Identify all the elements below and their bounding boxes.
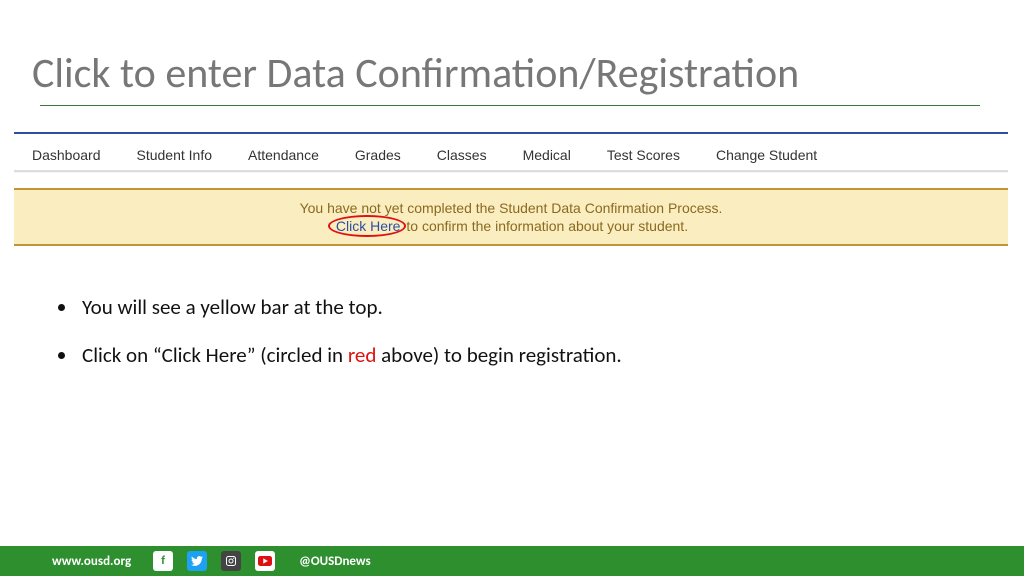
bullet-2-red-word: red	[348, 342, 377, 368]
bullet-2: Click on “Click Here” (circled in red ab…	[78, 342, 622, 368]
nav-attendance[interactable]: Attendance	[230, 147, 337, 163]
nav-change-student[interactable]: Change Student	[698, 147, 835, 163]
portal-nav: Dashboard Student Info Attendance Grades…	[14, 140, 1008, 170]
bullet-2-part-b: above) to begin registration.	[376, 342, 621, 368]
facebook-icon: f	[153, 551, 173, 571]
nav-student-info[interactable]: Student Info	[119, 147, 231, 163]
title-underline	[40, 105, 980, 106]
instruction-list: You will see a yellow bar at the top. Cl…	[56, 294, 622, 390]
bullet-1: You will see a yellow bar at the top.	[78, 294, 622, 320]
footer-handle: @OUSDnews	[299, 554, 371, 569]
banner-line-2: Click Here to confirm the information ab…	[14, 218, 1008, 234]
footer-url: www.ousd.org	[52, 554, 131, 569]
click-here-link[interactable]: Click Here	[334, 218, 403, 234]
banner-line-2-rest: to confirm the information about your st…	[402, 218, 688, 234]
nav-dashboard[interactable]: Dashboard	[14, 147, 119, 163]
instagram-icon	[221, 551, 241, 571]
nav-test-scores[interactable]: Test Scores	[589, 147, 698, 163]
banner-line-1: You have not yet completed the Student D…	[14, 200, 1008, 216]
nav-top-rule	[14, 132, 1008, 134]
slide-footer: www.ousd.org f @OUSDnews	[0, 546, 1024, 576]
youtube-icon	[255, 551, 275, 571]
nav-classes[interactable]: Classes	[419, 147, 505, 163]
twitter-icon	[187, 551, 207, 571]
slide-title: Click to enter Data Confirmation/Registr…	[32, 48, 799, 99]
nav-grades[interactable]: Grades	[337, 147, 419, 163]
bullet-2-part-a: Click on “Click Here” (circled in	[82, 342, 348, 368]
click-here-label: Click Here	[336, 218, 401, 234]
nav-medical[interactable]: Medical	[505, 147, 589, 163]
confirmation-banner: You have not yet completed the Student D…	[14, 188, 1008, 246]
nav-bottom-rule	[14, 170, 1008, 172]
